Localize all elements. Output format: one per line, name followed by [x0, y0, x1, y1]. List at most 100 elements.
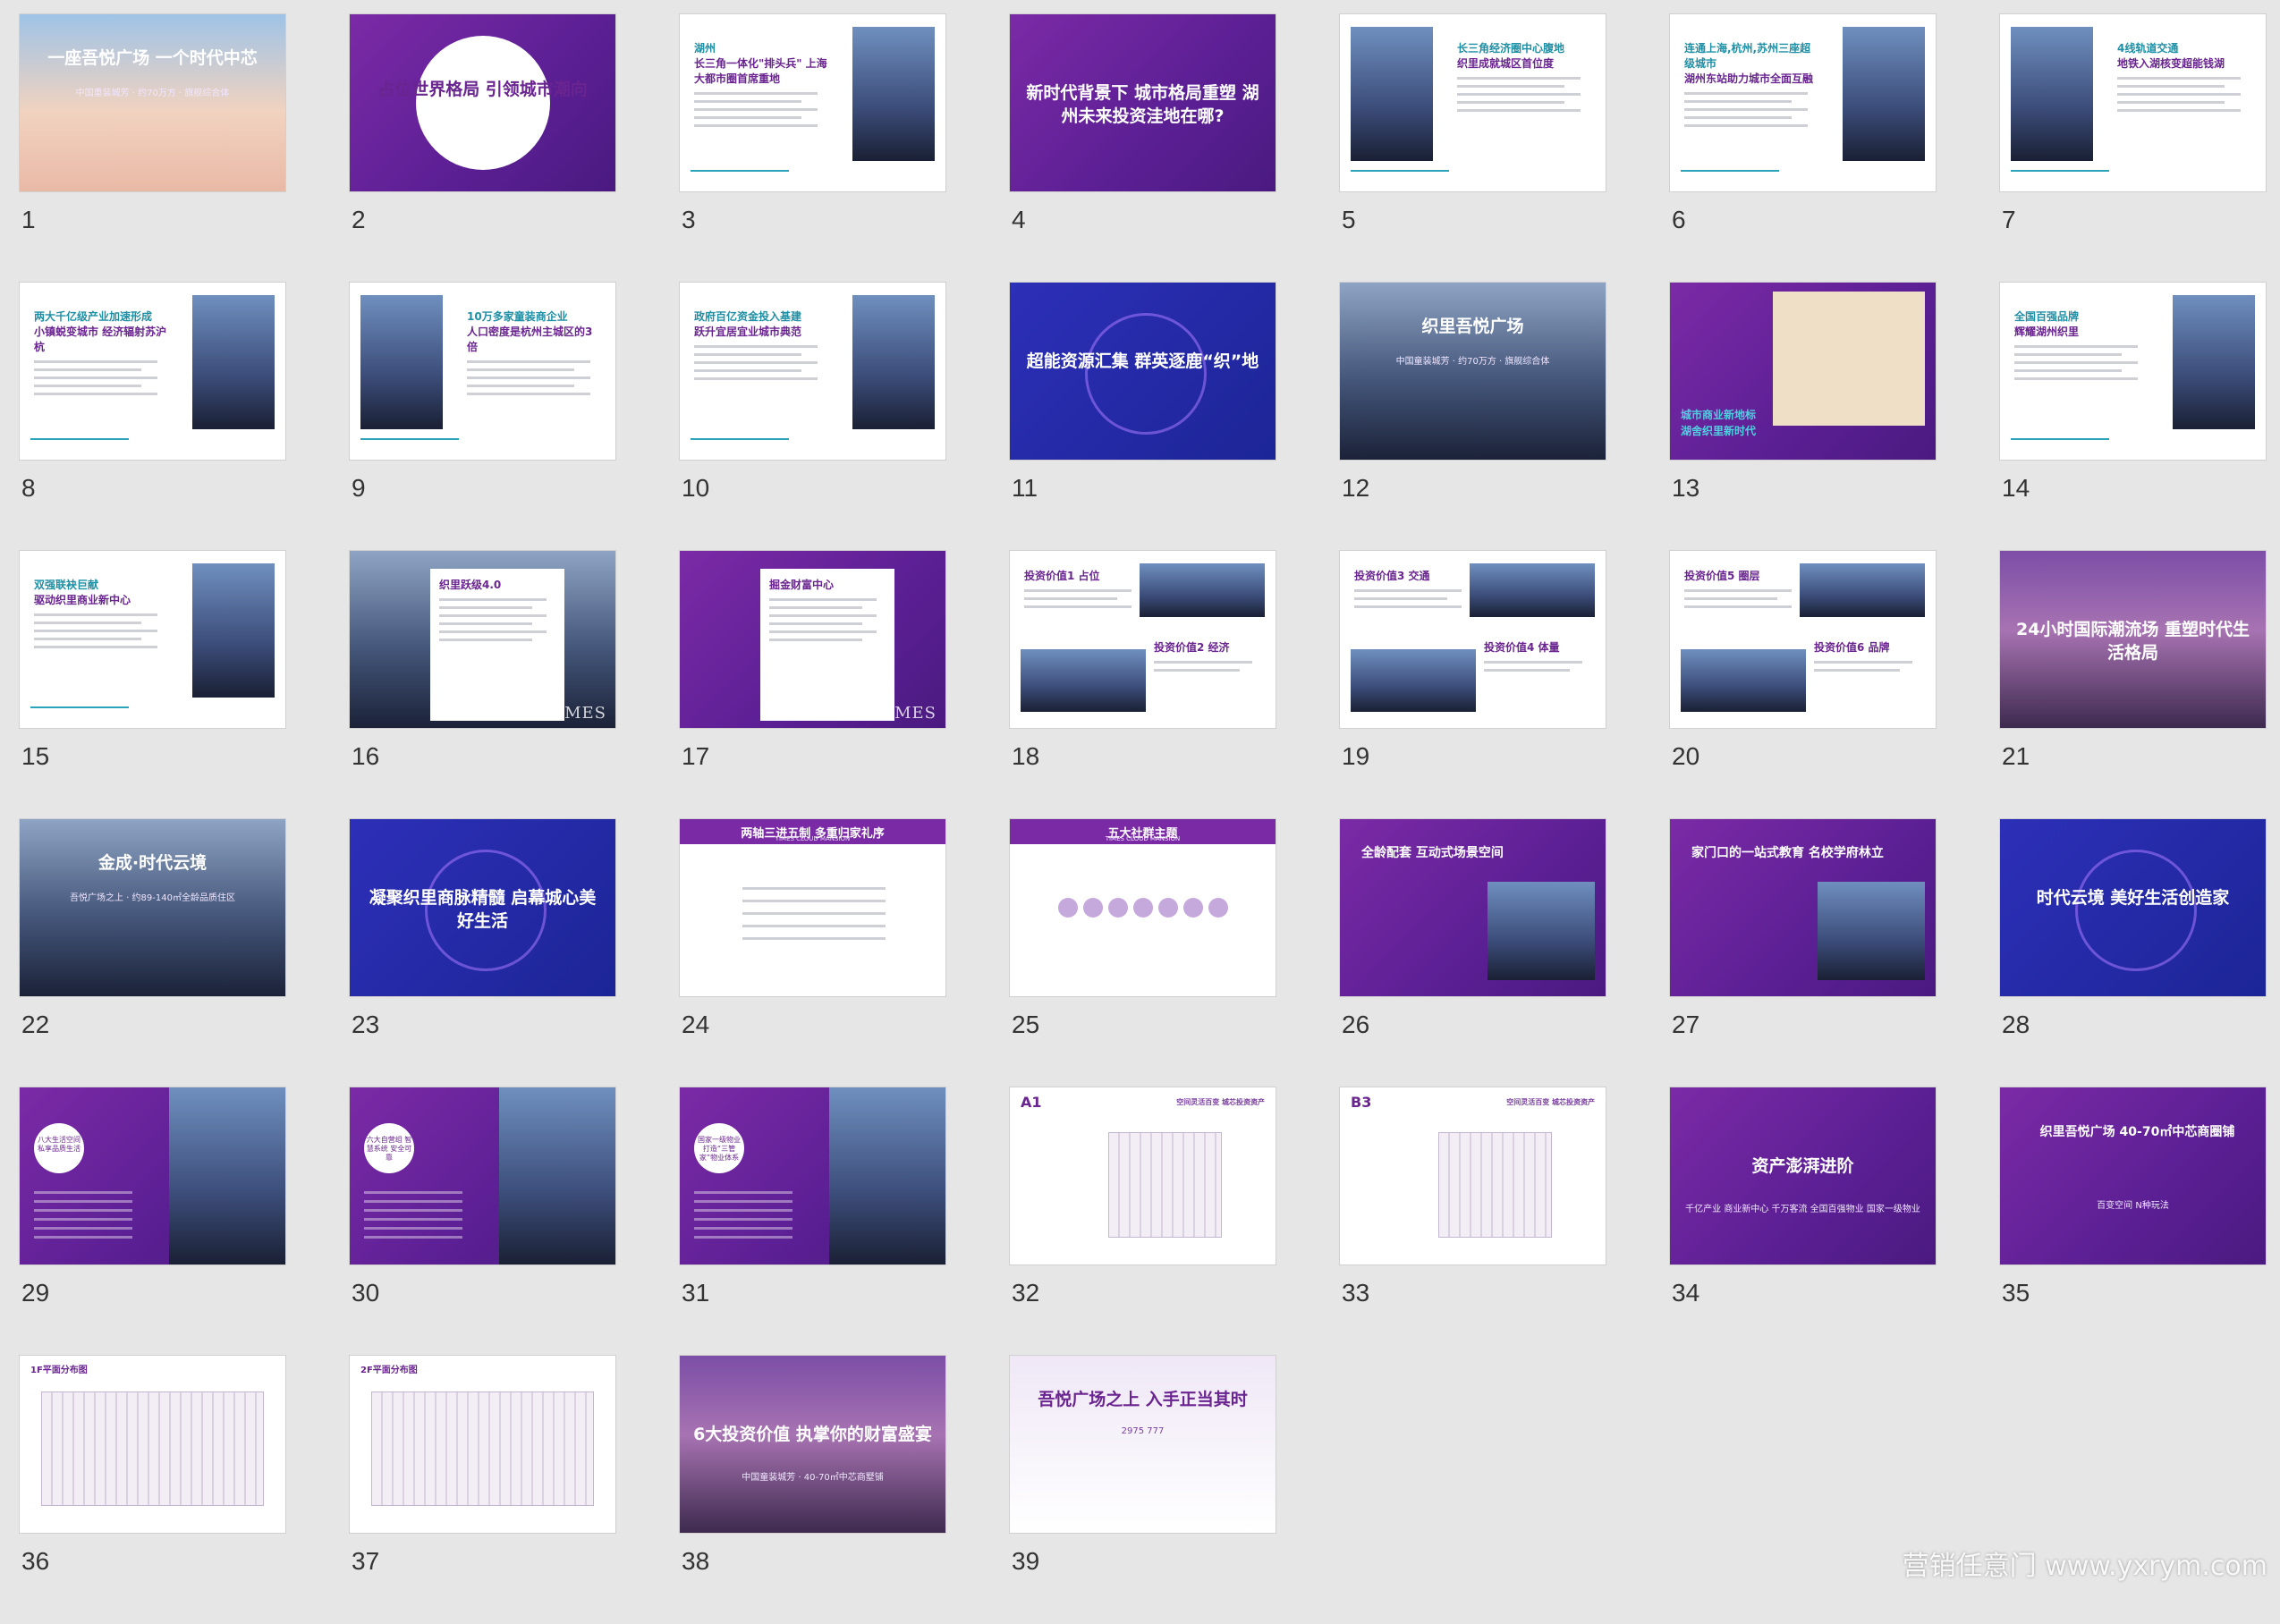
slide-cell[interactable]: 资产澎湃进阶 千亿产业 商业新中心 千万客流 全国百强物业 国家一级物业 34: [1670, 1087, 1936, 1356]
slide-number: 12: [1342, 474, 1370, 502]
slide-cell[interactable]: 1F平面分布图 36: [20, 1356, 285, 1624]
text-line: [1684, 605, 1792, 608]
slide-subtitle: TIMES CLOUD MANSION: [775, 835, 851, 842]
slide-cell[interactable]: 连通上海,杭州,苏州三座超级城市 湖州东站助力城市全面互融 6: [1670, 14, 1936, 283]
slide-thumbnail[interactable]: 两轴三进五制 多重归家礼序 TIMES CLOUD MANSION: [680, 819, 945, 996]
watermark-text: 营销任意门 www.yxrym.com: [1902, 1551, 2267, 1582]
slide-cell[interactable]: 4线轨道交通 地铁入湖核变超能钱湖 7: [2000, 14, 2266, 283]
slide-thumbnail[interactable]: 吾悦广场之上 入手正当其时 2975 777: [1010, 1356, 1276, 1533]
slide-cell[interactable]: 国家一级物业 打造“三管家”物业体系 31: [680, 1087, 945, 1356]
slide-title: B3: [1351, 1094, 1372, 1111]
slide-cell[interactable]: 湖州 长三角一体化"排头兵" 上海大都市圈首席重地 3: [680, 14, 945, 283]
slide-cell[interactable]: 凝聚织里商脉精髓 启幕城心美好生活 23: [350, 819, 615, 1087]
slide-cell[interactable]: 6大投资价值 执掌你的财富盛宴 中国童装城芳 · 40-70㎡中芯商墅铺 38: [680, 1356, 945, 1624]
slide-thumbnail[interactable]: 连通上海,杭州,苏州三座超级城市 湖州东站助力城市全面互融: [1670, 14, 1936, 191]
slide-cell[interactable]: 投资价值1 占位 投资价值2 经济 18: [1010, 551, 1276, 819]
slide-cell[interactable]: B3 空间灵活百变 城芯投资资产 33: [1340, 1087, 1606, 1356]
text-line: [34, 368, 141, 371]
slide-thumbnail[interactable]: 24小时国际潮流场 重塑时代生活格局: [2000, 551, 2266, 728]
slide-thumbnail[interactable]: 新时代背景下 城市格局重塑 湖州未来投资洼地在哪?: [1010, 14, 1276, 191]
slide-cell[interactable]: 城市商业新地标 湖舍织里新时代 13: [1670, 283, 1936, 551]
slide-title: 一座吾悦广场 一个时代中芯: [47, 47, 258, 68]
slide-cell[interactable]: 全国百强品牌 辉耀湖州织里 14: [2000, 283, 2266, 551]
slide-thumbnail[interactable]: 国家一级物业 打造“三管家”物业体系: [680, 1087, 945, 1265]
slide-cell[interactable]: 两轴三进五制 多重归家礼序 TIMES CLOUD MANSION 24: [680, 819, 945, 1087]
slide-cell[interactable]: 家门口的一站式教育 名校学府林立 27: [1670, 819, 1936, 1087]
slide-cell[interactable]: 政府百亿资金投入基建 跃升宜居宜业城市典范 10: [680, 283, 945, 551]
slide-thumbnail[interactable]: 织里吾悦广场 40-70㎡中芯商圈铺 百变空间 N种玩法: [2000, 1087, 2266, 1265]
slide-cell[interactable]: 全龄配套 互动式场景空间 26: [1340, 819, 1606, 1087]
slide-cell[interactable]: 两大千亿级产业加速形成 小镇蜕变城市 经济辐射苏沪杭 8: [20, 283, 285, 551]
slide-cell[interactable]: A1 空间灵活百变 城芯投资资产 32: [1010, 1087, 1276, 1356]
slide-photo: [1818, 882, 1925, 980]
slide-thumbnail[interactable]: 投资价值5 圈层 投资价值6 品牌: [1670, 551, 1936, 728]
slide-thumbnail[interactable]: 全国百强品牌 辉耀湖州织里: [2000, 283, 2266, 460]
text-line: [694, 1236, 792, 1239]
slide-cell[interactable]: 长三角经济圈中心腹地 织里成就城区首位度 5: [1340, 14, 1606, 283]
slide-cell[interactable]: 金成·时代云境 吾悦广场之上 · 约89-140㎡全龄品质住区 22: [20, 819, 285, 1087]
slide-cell[interactable]: 投资价值5 圈层 投资价值6 品牌 20: [1670, 551, 1936, 819]
text-line: [1457, 77, 1581, 80]
slide-cell[interactable]: 吾悦广场之上 入手正当其时 2975 777 39: [1010, 1356, 1276, 1624]
slide-thumbnail[interactable]: 资产澎湃进阶 千亿产业 商业新中心 千万客流 全国百强物业 国家一级物业: [1670, 1087, 1936, 1265]
slide-cell[interactable]: 24小时国际潮流场 重塑时代生活格局 21: [2000, 551, 2266, 819]
slide-cell[interactable]: 占位世界格局 引领城市潮向 2: [350, 14, 615, 283]
slide-cell[interactable]: 时代云境 美好生活创造家 28: [2000, 819, 2266, 1087]
slide-thumbnail[interactable]: 五大社群主题 TIMES CLOUD MANSION: [1010, 819, 1276, 996]
slide-thumbnail[interactable]: B3 空间灵活百变 城芯投资资产: [1340, 1087, 1606, 1265]
slide-thumbnail[interactable]: 2F平面分布图: [350, 1356, 615, 1533]
slide-thumbnail[interactable]: 占位世界格局 引领城市潮向: [350, 14, 615, 191]
slide-thumbnail[interactable]: 全龄配套 互动式场景空间: [1340, 819, 1606, 996]
slide-cell[interactable]: 织里吾悦广场 40-70㎡中芯商圈铺 百变空间 N种玩法 35: [2000, 1087, 2266, 1356]
slide-cell[interactable]: 双强联袂巨献 驱动织里商业新中心 15: [20, 551, 285, 819]
slide-cell[interactable]: 八大生活空间 私享品质生活 29: [20, 1087, 285, 1356]
slide-thumbnail[interactable]: 1F平面分布图: [20, 1356, 285, 1533]
slide-thumbnail[interactable]: 织里跃级4.0 TIMES: [350, 551, 615, 728]
slide-cell[interactable]: 掘金财富中心 TIMES 17: [680, 551, 945, 819]
slide-thumbnail[interactable]: 六大自营组 智慧系统 安全可靠: [350, 1087, 615, 1265]
slide-thumbnail[interactable]: 4线轨道交通 地铁入湖核变超能钱湖: [2000, 14, 2266, 191]
slide-text-block: 投资价值1 占位: [1024, 569, 1140, 608]
slide-thumbnail[interactable]: 凝聚织里商脉精髓 启幕城心美好生活: [350, 819, 615, 996]
slide-cell[interactable]: 投资价值3 交通 投资价值4 体量 19: [1340, 551, 1606, 819]
slide-thumbnail[interactable]: 八大生活空间 私享品质生活: [20, 1087, 285, 1265]
slide-thumbnail[interactable]: 长三角经济圈中心腹地 织里成就城区首位度: [1340, 14, 1606, 191]
slide-thumbnail[interactable]: 一座吾悦广场 一个时代中芯 中国重装城芳 · 约70万方 · 旗舰综合体: [20, 14, 285, 191]
slide-thumbnail[interactable]: 6大投资价值 执掌你的财富盛宴 中国童装城芳 · 40-70㎡中芯商墅铺: [680, 1356, 945, 1533]
slide-thumbnail[interactable]: 双强联袂巨献 驱动织里商业新中心: [20, 551, 285, 728]
slide-subtitle: 中国童装城芳 · 40-70㎡中芯商墅铺: [742, 1472, 884, 1483]
text-line: [34, 630, 157, 632]
slide-thumbnail[interactable]: 投资价值1 占位 投资价值2 经济: [1010, 551, 1276, 728]
floor-plan: [371, 1391, 594, 1506]
floor-plan: [1438, 1132, 1552, 1238]
slide-thumbnail[interactable]: 政府百亿资金投入基建 跃升宜居宜业城市典范: [680, 283, 945, 460]
slide-cell[interactable]: 2F平面分布图 37: [350, 1356, 615, 1624]
slide-text-block: 投资价值5 圈层: [1684, 569, 1801, 608]
slide-cell[interactable]: 六大自营组 智慧系统 安全可靠 30: [350, 1087, 615, 1356]
slide-thumbnail[interactable]: A1 空间灵活百变 城芯投资资产: [1010, 1087, 1276, 1265]
text-line: [742, 912, 886, 915]
slide-thumbnail[interactable]: 金成·时代云境 吾悦广场之上 · 约89-140㎡全龄品质住区: [20, 819, 285, 996]
slide-thumbnail[interactable]: 掘金财富中心 TIMES: [680, 551, 945, 728]
slide-title: 10万多家童装商企业: [467, 310, 568, 323]
slide-cell[interactable]: 10万多家童装商企业 人口密度是杭州主城区的3倍 9: [350, 283, 615, 551]
slide-thumbnail[interactable]: 城市商业新地标 湖舍织里新时代: [1670, 283, 1936, 460]
text-line: [1024, 589, 1132, 592]
slide-thumbnail[interactable]: 投资价值3 交通 投资价值4 体量: [1340, 551, 1606, 728]
slide-thumbnail[interactable]: 家门口的一站式教育 名校学府林立: [1670, 819, 1936, 996]
slide-thumbnail[interactable]: 织里吾悦广场 中国童装城芳 · 约70万方 · 旗舰综合体: [1340, 283, 1606, 460]
slide-cell[interactable]: 织里跃级4.0 TIMES 16: [350, 551, 615, 819]
slide-thumbnail[interactable]: 10万多家童装商企业 人口密度是杭州主城区的3倍: [350, 283, 615, 460]
text-line: [439, 606, 532, 609]
slide-cell[interactable]: 五大社群主题 TIMES CLOUD MANSION 25: [1010, 819, 1276, 1087]
slide-thumbnail[interactable]: 两大千亿级产业加速形成 小镇蜕变城市 经济辐射苏沪杭: [20, 283, 285, 460]
slide-photo: [1488, 882, 1595, 980]
slide-cell[interactable]: 一座吾悦广场 一个时代中芯 中国重装城芳 · 约70万方 · 旗舰综合体 1: [20, 14, 285, 283]
slide-cell[interactable]: 超能资源汇集 群英逐鹿“织”地 11: [1010, 283, 1276, 551]
slide-thumbnail[interactable]: 超能资源汇集 群英逐鹿“织”地: [1010, 283, 1276, 460]
slide-thumbnail[interactable]: 时代云境 美好生活创造家: [2000, 819, 2266, 996]
slide-cell[interactable]: 织里吾悦广场 中国童装城芳 · 约70万方 · 旗舰综合体 12: [1340, 283, 1606, 551]
slide-cell[interactable]: 新时代背景下 城市格局重塑 湖州未来投资洼地在哪? 4: [1010, 14, 1276, 283]
text-line: [1684, 589, 1792, 592]
slide-thumbnail[interactable]: 湖州 长三角一体化"排头兵" 上海大都市圈首席重地: [680, 14, 945, 191]
